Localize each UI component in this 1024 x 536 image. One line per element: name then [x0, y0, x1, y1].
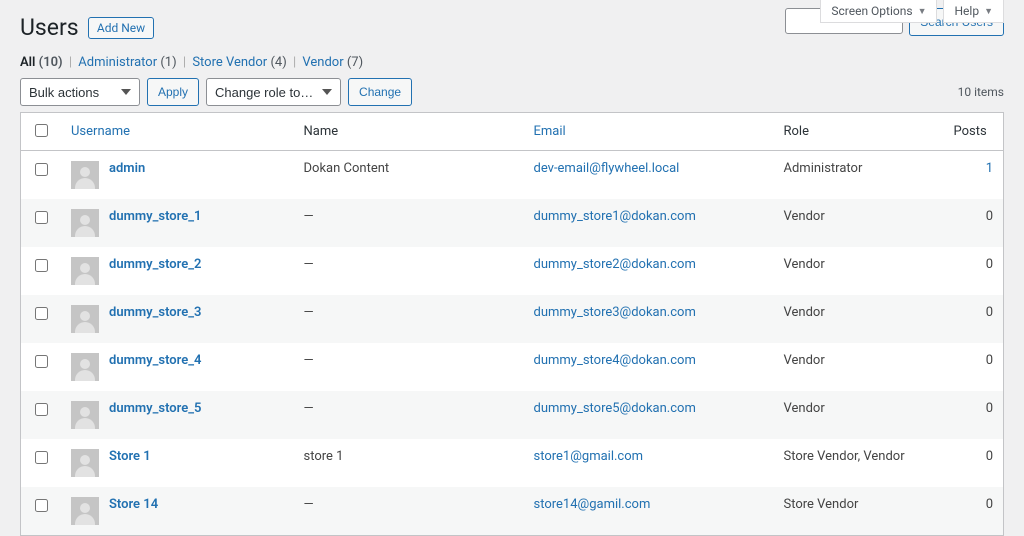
- apply-button[interactable]: Apply: [147, 78, 199, 106]
- username-link[interactable]: dummy_store_2: [109, 257, 201, 272]
- avatar: [71, 257, 99, 285]
- table-row: admin Dokan Content dev-email@flywheel.loc…: [21, 151, 1004, 200]
- email-link[interactable]: dummy_store2@dokan.com: [534, 257, 696, 272]
- email-link[interactable]: store1@gmail.com: [534, 449, 644, 464]
- table-row: dummy_store_1 — dummy_store1@dokan.com Vend…: [21, 199, 1004, 247]
- posts-cell: 0: [944, 391, 1004, 439]
- name-cell: —: [294, 295, 524, 343]
- items-count: 10 items: [958, 85, 1004, 99]
- name-cell: —: [294, 343, 524, 391]
- table-row: dummy_store_2 — dummy_store2@dokan.com Vend…: [21, 247, 1004, 295]
- filter-store-vendor[interactable]: Store Vendor (4): [192, 55, 286, 70]
- avatar: [71, 401, 99, 429]
- page-title: Users: [20, 0, 79, 51]
- name-cell: —: [294, 487, 524, 536]
- row-checkbox[interactable]: [35, 307, 48, 320]
- col-username[interactable]: Username: [61, 113, 294, 151]
- name-cell: —: [294, 199, 524, 247]
- users-table: Username Name Email Role Posts admin Doka…: [20, 112, 1004, 536]
- email-link[interactable]: dummy_store3@dokan.com: [534, 305, 696, 320]
- role-cell: Administrator: [774, 151, 944, 200]
- avatar: [71, 305, 99, 333]
- posts-cell: 0: [944, 295, 1004, 343]
- email-link[interactable]: dev-email@flywheel.local: [534, 161, 680, 176]
- filter-all[interactable]: All (10): [20, 55, 63, 70]
- posts-cell: 0: [944, 439, 1004, 487]
- role-cell: Store Vendor: [774, 487, 944, 536]
- row-checkbox[interactable]: [35, 499, 48, 512]
- email-link[interactable]: dummy_store5@dokan.com: [534, 401, 696, 416]
- posts-link[interactable]: 1: [986, 161, 993, 176]
- filter-administrator[interactable]: Administrator (1): [78, 55, 176, 70]
- role-cell: Vendor: [774, 199, 944, 247]
- name-cell: store 1: [294, 439, 524, 487]
- add-new-button[interactable]: Add New: [88, 17, 154, 39]
- username-link[interactable]: dummy_store_4: [109, 353, 201, 368]
- col-role: Role: [774, 113, 944, 151]
- avatar: [71, 353, 99, 381]
- table-row: Store 14 — store14@gamil.com Store Vendor0: [21, 487, 1004, 536]
- username-link[interactable]: dummy_store_5: [109, 401, 201, 416]
- posts-cell: 1: [944, 151, 1004, 200]
- row-checkbox[interactable]: [35, 259, 48, 272]
- view-filters: All (10) | Administrator (1) | Store Ven…: [20, 55, 1004, 70]
- posts-cell: 0: [944, 247, 1004, 295]
- table-row: dummy_store_3 — dummy_store3@dokan.com Vend…: [21, 295, 1004, 343]
- chevron-down-icon: ▼: [918, 6, 927, 17]
- row-checkbox[interactable]: [35, 163, 48, 176]
- posts-cell: 0: [944, 199, 1004, 247]
- role-cell: Vendor: [774, 295, 944, 343]
- posts-cell: 0: [944, 487, 1004, 536]
- help-label: Help: [954, 4, 979, 18]
- table-row: dummy_store_5 — dummy_store5@dokan.com Vend…: [21, 391, 1004, 439]
- avatar: [71, 161, 99, 189]
- role-cell: Vendor: [774, 343, 944, 391]
- screen-options-tab[interactable]: Screen Options ▼: [820, 0, 937, 23]
- name-cell: Dokan Content: [294, 151, 524, 200]
- table-row: dummy_store_4 — dummy_store4@dokan.com Vend…: [21, 343, 1004, 391]
- email-link[interactable]: store14@gamil.com: [534, 497, 651, 512]
- avatar: [71, 209, 99, 237]
- email-link[interactable]: dummy_store4@dokan.com: [534, 353, 696, 368]
- avatar: [71, 497, 99, 525]
- col-posts: Posts: [944, 113, 1004, 151]
- row-checkbox[interactable]: [35, 403, 48, 416]
- email-link[interactable]: dummy_store1@dokan.com: [534, 209, 696, 224]
- posts-cell: 0: [944, 343, 1004, 391]
- username-link[interactable]: Store 14: [109, 497, 158, 512]
- username-link[interactable]: Store 1: [109, 449, 151, 464]
- username-link[interactable]: dummy_store_1: [109, 209, 201, 224]
- col-email[interactable]: Email: [524, 113, 774, 151]
- change-role-select[interactable]: Change role to…: [206, 78, 341, 106]
- role-cell: Vendor: [774, 247, 944, 295]
- username-link[interactable]: dummy_store_3: [109, 305, 201, 320]
- role-cell: Vendor: [774, 391, 944, 439]
- name-cell: —: [294, 391, 524, 439]
- row-checkbox[interactable]: [35, 355, 48, 368]
- name-cell: —: [294, 247, 524, 295]
- role-cell: Store Vendor, Vendor: [774, 439, 944, 487]
- username-link[interactable]: admin: [109, 161, 145, 176]
- avatar: [71, 449, 99, 477]
- col-name: Name: [294, 113, 524, 151]
- row-checkbox[interactable]: [35, 211, 48, 224]
- bulk-actions-select[interactable]: Bulk actions: [20, 78, 140, 106]
- table-row: Store 1 store 1 store1@gmail.com Store Vend…: [21, 439, 1004, 487]
- row-checkbox[interactable]: [35, 451, 48, 464]
- chevron-down-icon: ▼: [984, 6, 993, 17]
- filter-vendor[interactable]: Vendor (7): [302, 55, 363, 70]
- screen-options-label: Screen Options: [831, 4, 912, 18]
- select-all-checkbox[interactable]: [35, 124, 48, 137]
- change-button[interactable]: Change: [348, 78, 412, 106]
- help-tab[interactable]: Help ▼: [943, 0, 1004, 23]
